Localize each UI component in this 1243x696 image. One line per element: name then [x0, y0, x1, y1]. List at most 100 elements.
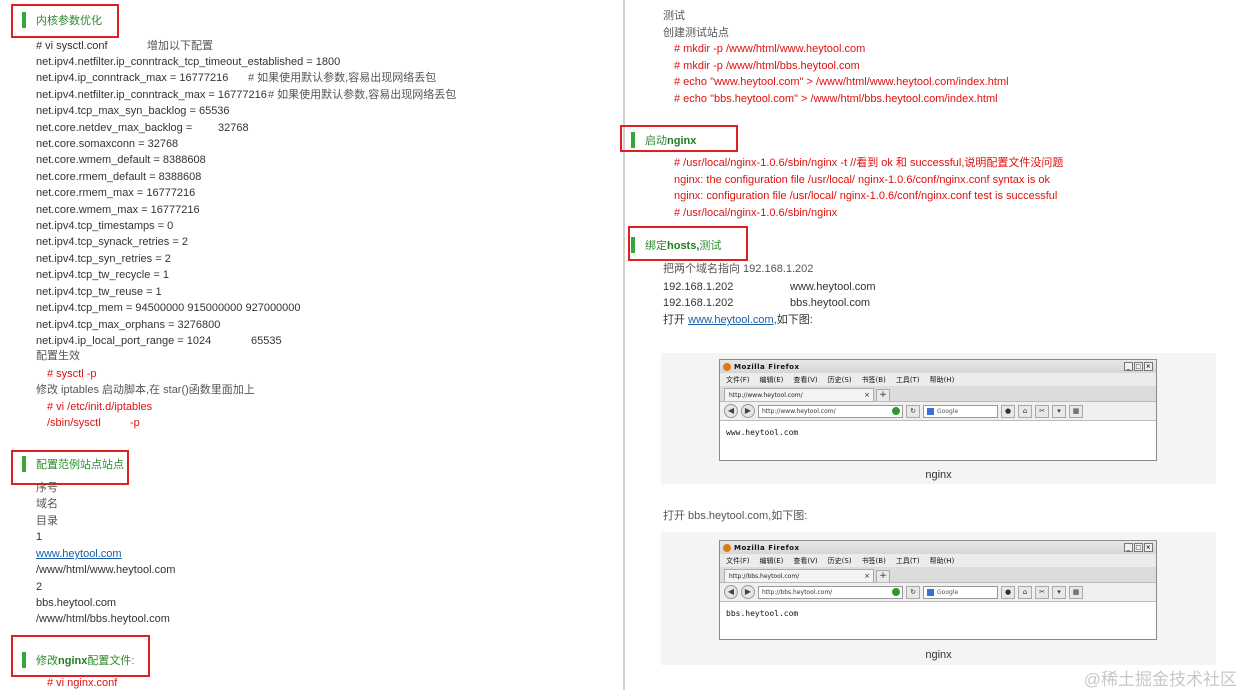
- home-icon[interactable]: ⌂: [1018, 404, 1032, 418]
- table-header: 域名: [36, 498, 58, 510]
- section-heading-nginx-config: 修改nginx配置文件:: [22, 652, 134, 668]
- address-bar[interactable]: http://bbs.heytool.com/: [758, 585, 903, 599]
- param-line: net.ipv4.tcp_synack_retries = 2: [36, 236, 188, 248]
- search-input[interactable]: Google: [923, 585, 998, 599]
- sysctl-note: 增加以下配置: [147, 40, 213, 52]
- menu-file[interactable]: 文件(F): [726, 556, 750, 566]
- google-icon: [927, 588, 934, 596]
- heading-bar: [631, 237, 635, 253]
- reload-icon[interactable]: ↻: [906, 585, 920, 599]
- heading-text: 内核参数优化: [36, 15, 102, 27]
- close-icon[interactable]: ×: [1144, 543, 1153, 552]
- section-heading-sites: 配置范例站点站点: [22, 456, 124, 472]
- google-icon: [927, 407, 934, 415]
- addon-icon[interactable]: ●: [1001, 404, 1015, 418]
- window-controls: _ □ ×: [1124, 362, 1153, 371]
- figure-caption: nginx: [925, 649, 952, 661]
- watermark: @稀土掘金技术社区: [1083, 670, 1237, 689]
- hosts-domain: www.heytool.com: [790, 281, 876, 293]
- open-bbs-instruction: 打开 bbs.heytool.com,如下图:: [663, 510, 808, 522]
- close-icon[interactable]: ×: [1144, 362, 1153, 371]
- tools-icon[interactable]: ✂: [1035, 585, 1049, 599]
- open-www-instruction: 打开 www.heytool.com,如下图:: [663, 314, 813, 326]
- go-icon[interactable]: [892, 407, 900, 415]
- table-header: 序号: [36, 482, 58, 494]
- section-heading-kernel: 内核参数优化: [22, 12, 102, 28]
- heading-bar: [22, 456, 26, 472]
- go-icon[interactable]: [892, 588, 900, 596]
- param-value: 65535: [251, 335, 282, 347]
- menu-edit[interactable]: 编辑(E): [760, 556, 784, 566]
- param-line: net.core.netdev_max_backlog =: [36, 122, 193, 134]
- forward-icon[interactable]: ▶: [741, 585, 755, 599]
- menu-history[interactable]: 历史(S): [828, 375, 852, 385]
- menu-tools[interactable]: 工具(T): [896, 556, 920, 566]
- new-tab-button[interactable]: +: [876, 570, 890, 582]
- heading-text: 绑定hosts,测试: [645, 240, 722, 252]
- iptables-command: -p: [130, 417, 140, 429]
- menu-bookmarks[interactable]: 书签(B): [862, 556, 886, 566]
- page-content: www.heytool.com: [726, 428, 799, 437]
- firefox-menubar: 文件(F) 编辑(E) 查看(V) 历史(S) 书签(B) 工具(T) 帮助(H…: [720, 554, 1156, 567]
- create-command: # echo "bbs.heytool.com" > /www/html/bbs…: [674, 93, 998, 105]
- iptables-command: # vi /etc/init.d/iptables: [47, 401, 153, 413]
- param-line: net.ipv4.tcp_syn_retries = 2: [36, 253, 171, 265]
- extension-icon[interactable]: ▾: [1052, 404, 1066, 418]
- param-line: net.ipv4.ip_local_port_range = 1024: [36, 335, 212, 347]
- addon-icon[interactable]: ●: [1001, 585, 1015, 599]
- start-output: nginx: configuration file /usr/local/ ng…: [674, 190, 1058, 202]
- minimize-icon[interactable]: _: [1124, 543, 1133, 552]
- tools-icon[interactable]: ✂: [1035, 404, 1049, 418]
- menu-edit[interactable]: 编辑(E): [760, 375, 784, 385]
- param-line: net.ipv4.tcp_mem = 94500000 915000000 92…: [36, 302, 301, 314]
- search-input[interactable]: Google: [923, 404, 998, 418]
- maximize-icon[interactable]: □: [1134, 362, 1143, 371]
- close-tab-icon[interactable]: ×: [864, 572, 870, 580]
- firefox-navbar: ◀ ▶ http://bbs.heytool.com/ ↻ Google ● ⌂…: [720, 582, 1156, 602]
- menu-icon[interactable]: ▦: [1069, 404, 1083, 418]
- param-line: net.core.rmem_default = 8388608: [36, 171, 202, 183]
- apply-command: # sysctl -p: [47, 368, 97, 380]
- forward-icon[interactable]: ▶: [741, 404, 755, 418]
- iptables-command: /sbin/sysctl: [47, 417, 101, 429]
- address-bar[interactable]: http://www.heytool.com/: [758, 404, 903, 418]
- site-link-www[interactable]: www.heytool.com: [36, 547, 122, 561]
- create-command: # echo "www.heytool.com" > /www/html/www…: [674, 76, 1009, 88]
- start-command: # /usr/local/nginx-1.0.6/sbin/nginx -t /…: [674, 157, 1064, 169]
- new-tab-button[interactable]: +: [876, 389, 890, 401]
- browser-tab[interactable]: http://bbs.heytool.com/×: [724, 569, 874, 582]
- test-label: 测试: [663, 10, 685, 22]
- browser-tab[interactable]: http://www.heytool.com/×: [724, 388, 874, 401]
- close-tab-icon[interactable]: ×: [864, 391, 870, 399]
- param-line: net.ipv4.tcp_max_syn_backlog = 65536: [36, 105, 230, 117]
- apply-label: 配置生效: [36, 350, 80, 362]
- firefox-window: Mozilla Firefox _ □ × 文件(F) 编辑(E) 查看(V) 历史…: [719, 540, 1157, 640]
- menu-bookmarks[interactable]: 书签(B): [862, 375, 886, 385]
- reload-icon[interactable]: ↻: [906, 404, 920, 418]
- minimize-icon[interactable]: _: [1124, 362, 1133, 371]
- menu-icon[interactable]: ▦: [1069, 585, 1083, 599]
- menu-history[interactable]: 历史(S): [828, 556, 852, 566]
- menu-help[interactable]: 帮助(H): [930, 375, 955, 385]
- maximize-icon[interactable]: □: [1134, 543, 1143, 552]
- param-note: # 如果使用默认参数,容易出现网络丢包: [248, 72, 437, 84]
- create-command: # mkdir -p /www/html/bbs.heytool.com: [674, 60, 860, 72]
- table-cell: 1: [36, 531, 43, 543]
- menu-file[interactable]: 文件(F): [726, 375, 750, 385]
- back-icon[interactable]: ◀: [724, 404, 738, 418]
- heading-text: 配置范例站点站点: [36, 459, 124, 471]
- menu-view[interactable]: 查看(V): [793, 556, 817, 566]
- open-www-link[interactable]: www.heytool.com: [688, 314, 774, 326]
- param-value: 32768: [218, 122, 249, 134]
- menu-tools[interactable]: 工具(T): [896, 375, 920, 385]
- heading-bar: [22, 652, 26, 668]
- back-icon[interactable]: ◀: [724, 585, 738, 599]
- create-sites-label: 创建测试站点: [663, 27, 729, 39]
- firefox-titlebar: Mozilla Firefox _ □ ×: [720, 360, 1156, 373]
- extension-icon[interactable]: ▾: [1052, 585, 1066, 599]
- menu-help[interactable]: 帮助(H): [930, 556, 955, 566]
- heading-bar: [631, 132, 635, 148]
- param-line: net.ipv4.netfilter.ip_conntrack_tcp_time…: [36, 56, 341, 68]
- home-icon[interactable]: ⌂: [1018, 585, 1032, 599]
- menu-view[interactable]: 查看(V): [793, 375, 817, 385]
